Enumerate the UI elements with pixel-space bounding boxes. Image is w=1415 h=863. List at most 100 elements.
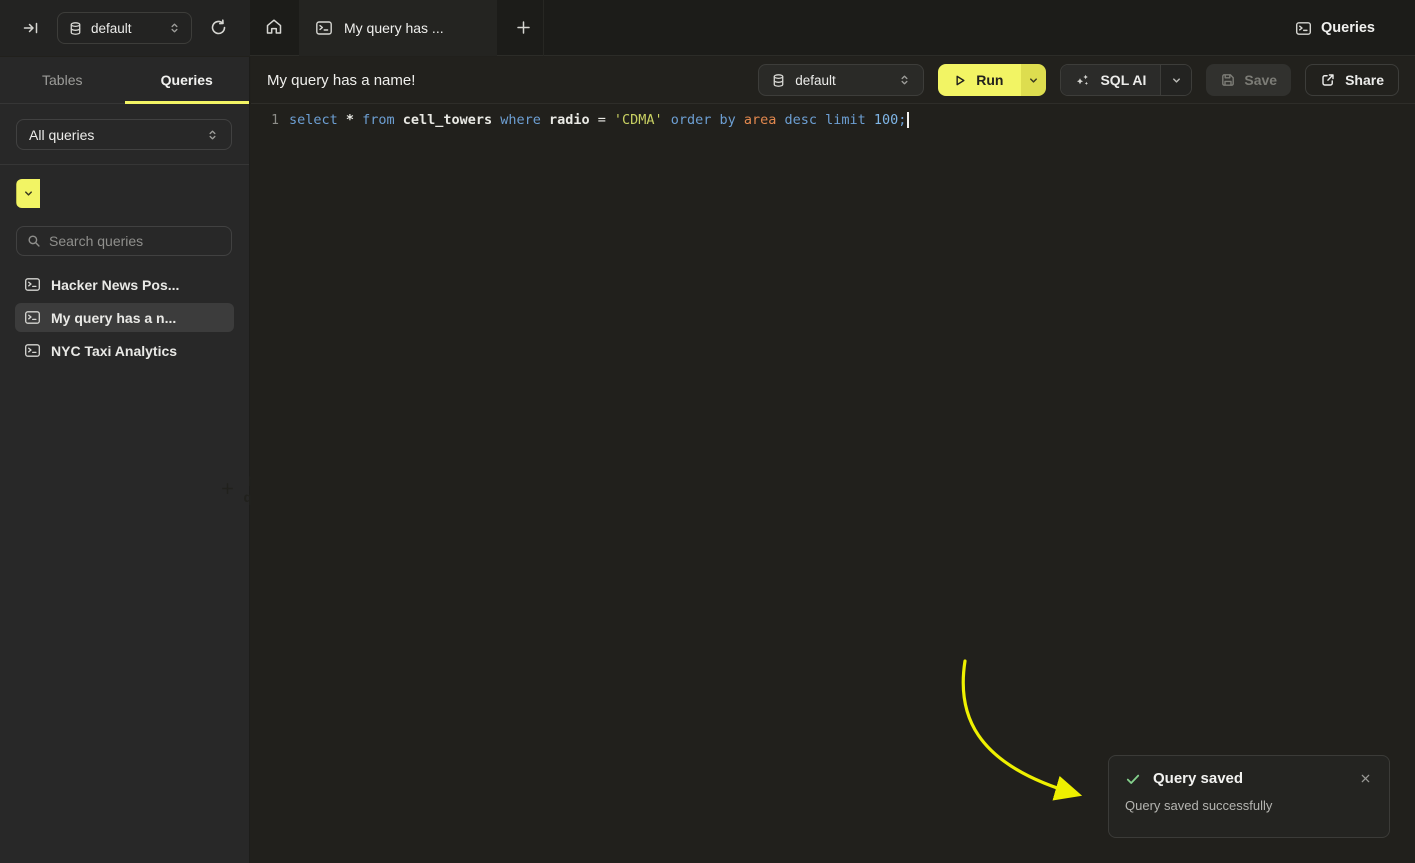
database-icon <box>771 73 786 88</box>
database-icon <box>68 21 83 36</box>
query-list-item-selected[interactable]: My query has a n... <box>15 303 234 332</box>
updown-icon <box>206 128 219 142</box>
query-list: Hacker News Pos... My query has a n... N… <box>0 268 249 371</box>
toolbar-controls: default Run <box>758 64 1399 96</box>
query-item-label: NYC Taxi Analytics <box>51 343 177 359</box>
topbar-database-value: default <box>91 21 160 36</box>
line-number: 1 <box>251 113 279 128</box>
sql-token: select <box>289 112 338 128</box>
refresh-button[interactable] <box>208 18 228 38</box>
toast-message: Query saved successfully <box>1125 798 1373 813</box>
query-list-item[interactable]: NYC Taxi Analytics <box>15 336 234 365</box>
terminal-icon <box>24 276 41 293</box>
share-button[interactable]: Share <box>1305 64 1399 96</box>
queries-indicator: Queries <box>1295 0 1375 56</box>
sql-token: cell_towers <box>403 112 492 128</box>
check-icon <box>1125 771 1141 787</box>
tab-label: My query has ... <box>344 20 444 36</box>
new-tab-button[interactable] <box>514 19 532 37</box>
run-split-button: Run <box>938 64 1046 96</box>
save-button[interactable]: Save <box>1206 64 1291 96</box>
toolbar-database-value: default <box>795 73 889 88</box>
new-query-row: New query <box>0 165 249 208</box>
sql-token: area <box>744 112 777 128</box>
home-icon <box>264 17 284 37</box>
queries-indicator-label: Queries <box>1321 20 1375 36</box>
terminal-icon <box>24 309 41 326</box>
sidebar-tab-tables[interactable]: Tables <box>0 57 125 103</box>
run-options-button[interactable] <box>1021 64 1046 96</box>
app-window: default My query has .. <box>0 0 1415 863</box>
sql-ai-split-button: SQL AI <box>1060 64 1192 96</box>
toast-query-saved: Query saved Query saved successfully <box>1108 755 1390 838</box>
close-icon <box>1360 773 1371 784</box>
run-label: Run <box>976 72 1003 88</box>
sql-ai-label: SQL AI <box>1100 72 1146 88</box>
toast-title: Query saved <box>1153 770 1345 787</box>
sql-token: 100 <box>874 112 898 128</box>
new-query-dropdown-button[interactable] <box>16 179 40 208</box>
query-item-label: Hacker News Pos... <box>51 277 179 293</box>
sql-ai-button[interactable]: SQL AI <box>1061 65 1160 95</box>
share-icon <box>1320 72 1336 88</box>
query-list-item[interactable]: Hacker News Pos... <box>15 270 234 299</box>
updown-icon <box>898 73 911 87</box>
sql-token: from <box>362 112 395 128</box>
tab-separator <box>543 0 544 56</box>
query-filter-row: All queries <box>0 104 249 165</box>
annotation-arrow <box>251 57 1415 863</box>
topbar-database-selector[interactable]: default <box>57 12 192 44</box>
sql-token: 'CDMA' <box>614 112 663 128</box>
sidebar: Tables Queries All queries New query <box>0 57 250 863</box>
collapse-sidebar-icon <box>22 19 40 37</box>
sidebar-tabs: Tables Queries <box>0 57 249 104</box>
query-toolbar: My query has a name! default <box>251 57 1415 104</box>
run-button[interactable]: Run <box>938 64 1021 96</box>
tab-strip: My query has ... Queries <box>250 0 1415 56</box>
updown-icon <box>168 21 181 35</box>
sql-editor[interactable]: 1 select * from cell_towers where radio = 'CDMA… <box>251 105 1415 135</box>
sidebar-tab-queries[interactable]: Queries <box>125 57 250 103</box>
sparkles-icon <box>1075 72 1091 88</box>
sql-token: desc <box>785 112 818 128</box>
main-panel: My query has a name! default <box>251 57 1415 863</box>
search-queries-input[interactable] <box>49 233 221 249</box>
sidebar-tab-tables-label: Tables <box>42 72 82 88</box>
toolbar-database-selector[interactable]: default <box>758 64 924 96</box>
top-bar: default My query has .. <box>0 0 1415 56</box>
sql-token: where <box>500 112 541 128</box>
search-icon <box>27 234 41 248</box>
chevron-down-icon <box>1171 75 1182 86</box>
terminal-icon <box>1295 20 1312 37</box>
collapse-sidebar-button[interactable] <box>22 19 40 37</box>
toast-close-button[interactable] <box>1357 771 1373 787</box>
terminal-icon <box>24 342 41 359</box>
plus-icon <box>515 19 532 36</box>
text-cursor <box>907 112 909 128</box>
sql-token: = <box>598 112 606 128</box>
query-filter-value: All queries <box>29 127 206 143</box>
query-filter-select[interactable]: All queries <box>16 119 232 150</box>
save-label: Save <box>1244 72 1277 88</box>
share-label: Share <box>1345 72 1384 88</box>
sql-token: * <box>346 112 354 128</box>
refresh-icon <box>209 18 228 37</box>
sql-token: limit <box>825 112 866 128</box>
sql-token: radio <box>549 112 590 128</box>
run-icon <box>952 73 967 88</box>
sql-token: by <box>720 112 736 128</box>
tab-my-query[interactable]: My query has ... <box>299 0 497 56</box>
sql-token: order <box>671 112 712 128</box>
sql-code-line: select * from cell_towers where radio = 'CDMA' o… <box>289 112 909 128</box>
chevron-down-icon <box>1028 75 1039 86</box>
home-button[interactable] <box>263 17 285 39</box>
sql-ai-options-button[interactable] <box>1160 65 1191 95</box>
search-box <box>16 226 232 256</box>
search-row <box>0 208 249 268</box>
terminal-icon <box>315 19 333 37</box>
toast-header: Query saved <box>1125 770 1373 787</box>
sidebar-tab-queries-label: Queries <box>161 72 213 88</box>
query-item-label: My query has a n... <box>51 310 176 326</box>
top-bar-left: default <box>0 0 250 56</box>
chevron-down-icon <box>23 188 34 199</box>
